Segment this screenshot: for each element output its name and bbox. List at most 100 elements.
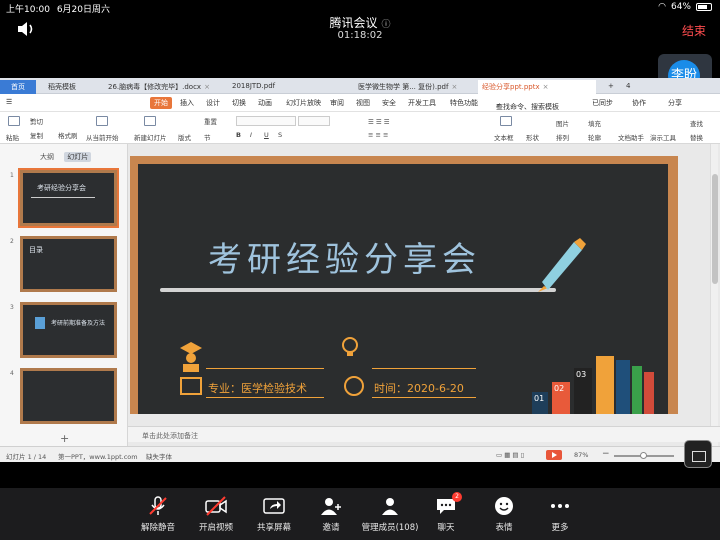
tab-outline[interactable]: 大纲: [40, 153, 54, 161]
tab-doc[interactable]: 26.脑病毒【修改完毕】.docx ×: [104, 80, 224, 94]
font-family-select[interactable]: [236, 116, 296, 126]
menu-transition[interactable]: 切换: [232, 98, 246, 108]
slide-title[interactable]: 考研经验分享会: [208, 232, 481, 281]
close-icon[interactable]: ×: [543, 83, 549, 91]
new-slide-button[interactable]: 新建幻灯片: [134, 132, 167, 142]
chalk-underline: [160, 288, 556, 292]
bar-02: 02: [552, 382, 570, 414]
menu-security[interactable]: 安全: [382, 98, 396, 108]
menu-view[interactable]: 视图: [356, 98, 370, 108]
more-button[interactable]: 更多: [530, 496, 590, 533]
lightbulb-icon: [342, 337, 358, 356]
add-slide-button[interactable]: +: [60, 432, 69, 445]
copy-button[interactable]: 复制: [30, 130, 43, 140]
font-size-select[interactable]: [298, 116, 330, 126]
start-video-button[interactable]: 开启视频: [186, 496, 246, 533]
tab-pdf[interactable]: 2018JTD.pdf: [228, 80, 346, 94]
slide-thumb-2[interactable]: 目录: [20, 236, 117, 292]
chat-button[interactable]: 2 聊天: [416, 492, 476, 533]
format-painter-button[interactable]: 格式刷: [58, 130, 78, 140]
align-icons[interactable]: ☰ ☰ ☰: [368, 118, 390, 126]
menu-design[interactable]: 设计: [206, 98, 220, 108]
play-from-current-icon[interactable]: [96, 116, 108, 126]
menu-features[interactable]: 特色功能: [450, 98, 478, 108]
share-button[interactable]: 分享: [668, 98, 682, 108]
tab-pptx[interactable]: 经验分享ppt.pptx ×: [478, 80, 596, 94]
paragraph-icons[interactable]: ≡ ≡ ≡: [368, 131, 388, 139]
new-slide-icon[interactable]: [144, 116, 156, 126]
menu-animation[interactable]: 动画: [258, 98, 272, 108]
shape-button[interactable]: 形状: [526, 132, 539, 142]
thumb-title: 考研前期准备及方法: [51, 320, 106, 327]
slide-thumb-4[interactable]: [20, 368, 117, 424]
notes-area[interactable]: 单击此处添加备注: [128, 426, 720, 442]
meeting-header: 腾讯会议 ⓘ 01:18:02 结束: [0, 12, 720, 46]
cut-label: 剪切: [30, 118, 43, 126]
zoom-slider-knob[interactable]: [640, 452, 647, 459]
chalkboard: 考研经验分享会 专业：医学检验技术 时间：2020-6-20 01 02 03: [138, 164, 668, 414]
textbox-icon[interactable]: [500, 116, 512, 126]
paste-icon[interactable]: [8, 116, 20, 126]
arrange-button[interactable]: 排列: [556, 132, 569, 142]
reset-button[interactable]: 重置: [204, 116, 217, 126]
share-screen-label: 共享屏幕: [256, 523, 291, 533]
time-text[interactable]: 时间：2020-6-20: [374, 380, 464, 396]
zoom-slider[interactable]: [614, 452, 674, 459]
wps-status-bar: 幻灯片 1 / 14 第一PPT，www.1ppt.com 缺失字体 ▭ ▦ ▤…: [0, 446, 720, 462]
invite-button[interactable]: 邀请: [301, 496, 361, 533]
collab-button[interactable]: 协作: [632, 98, 646, 108]
sync-status[interactable]: 已同步: [592, 98, 613, 108]
info-icon[interactable]: ⓘ: [382, 20, 391, 30]
manage-members-button[interactable]: 管理成员(108): [356, 496, 424, 533]
missing-font-button[interactable]: 缺失字体: [146, 451, 172, 461]
fill-button[interactable]: 填充: [588, 118, 601, 128]
close-icon[interactable]: ×: [204, 83, 210, 91]
end-meeting-button[interactable]: 结束: [682, 22, 706, 39]
strike-icon[interactable]: S: [278, 131, 282, 139]
vertical-scrollbar[interactable]: [710, 144, 718, 446]
zoom-out-icon[interactable]: −: [602, 449, 610, 459]
float-window-button[interactable]: [684, 440, 712, 468]
slide-thumb-3[interactable]: 考研前期准备及方法: [20, 302, 117, 358]
play-icon[interactable]: [546, 450, 562, 460]
zoom-level[interactable]: 87%: [574, 451, 588, 459]
menu-review[interactable]: 审阅: [330, 98, 344, 108]
menu-insert[interactable]: 插入: [180, 98, 194, 108]
close-icon[interactable]: ×: [451, 83, 457, 91]
section-button[interactable]: 节: [204, 132, 211, 142]
emoji-icon: [495, 497, 513, 515]
menu-slideshow[interactable]: 幻灯片放映: [286, 98, 321, 108]
menu-start[interactable]: 开始: [150, 97, 172, 109]
emoji-button[interactable]: 表情: [474, 496, 534, 533]
layout-button[interactable]: 版式: [178, 132, 191, 142]
slide-frame[interactable]: 考研经验分享会 专业：医学检验技术 时间：2020-6-20 01 02 03: [130, 156, 678, 414]
unmute-button[interactable]: 解除静音: [128, 496, 188, 533]
picture-button[interactable]: 图片: [556, 118, 569, 128]
tab-pdf-2[interactable]: 医学微生物学 第... 复份).pdf ×: [354, 80, 474, 94]
menu-devtools[interactable]: 开发工具: [408, 98, 436, 108]
scroll-thumb[interactable]: [712, 174, 718, 284]
outline-button[interactable]: 轮廓: [588, 132, 601, 142]
tab-home[interactable]: 首页: [0, 80, 36, 94]
tab-count-badge[interactable]: 4: [622, 80, 638, 94]
book-icon: [616, 360, 630, 414]
new-tab-button[interactable]: +: [604, 80, 618, 94]
textbox-button[interactable]: 文本框: [494, 132, 514, 142]
meeting-title[interactable]: 腾讯会议 ⓘ: [0, 14, 720, 31]
tab-template[interactable]: 稻壳模板: [44, 80, 102, 94]
italic-icon[interactable]: I: [250, 131, 252, 139]
slide-thumb-1[interactable]: 考研经验分享会: [18, 168, 119, 228]
major-text[interactable]: 专业：医学检验技术: [208, 380, 307, 396]
paste-button[interactable]: 粘贴: [6, 132, 19, 142]
share-screen-button[interactable]: 共享屏幕: [244, 496, 304, 533]
bold-icon[interactable]: B: [236, 131, 241, 139]
underline-icon[interactable]: U: [264, 131, 269, 139]
from-current-button[interactable]: 从当前开始: [86, 132, 119, 142]
find-button[interactable]: 查找: [690, 118, 703, 128]
present-tool-button[interactable]: 演示工具: [650, 132, 676, 142]
tab-slides[interactable]: 幻灯片: [64, 152, 92, 162]
replace-button[interactable]: 替换: [690, 132, 703, 142]
menu-icon[interactable]: ☰: [6, 98, 12, 106]
doc-helper-button[interactable]: 文档助手: [618, 132, 644, 142]
view-mode-icons[interactable]: ▭ ▦ ▤ ▯: [496, 451, 524, 459]
